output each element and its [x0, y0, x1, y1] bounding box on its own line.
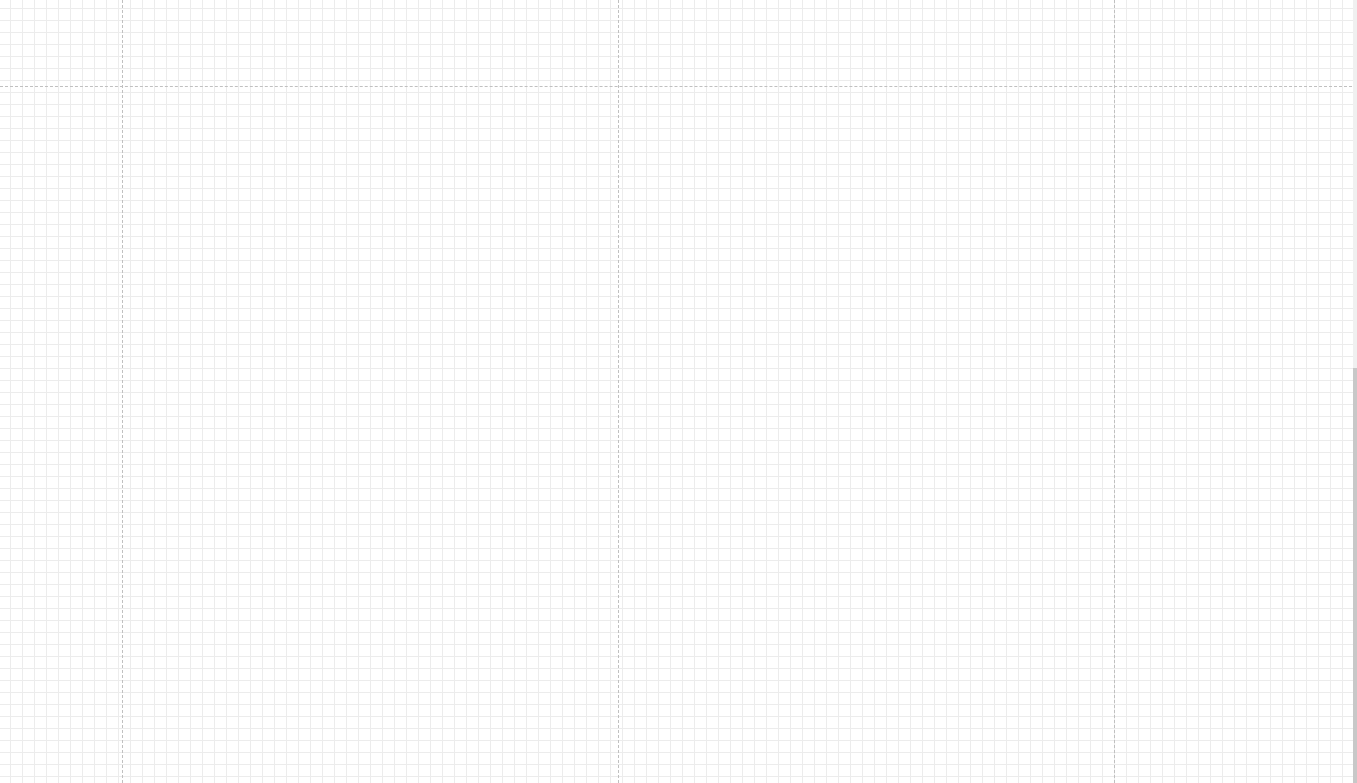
edges-layer — [0, 0, 1357, 783]
vertical-scrollbar-thumb[interactable] — [1353, 368, 1357, 783]
